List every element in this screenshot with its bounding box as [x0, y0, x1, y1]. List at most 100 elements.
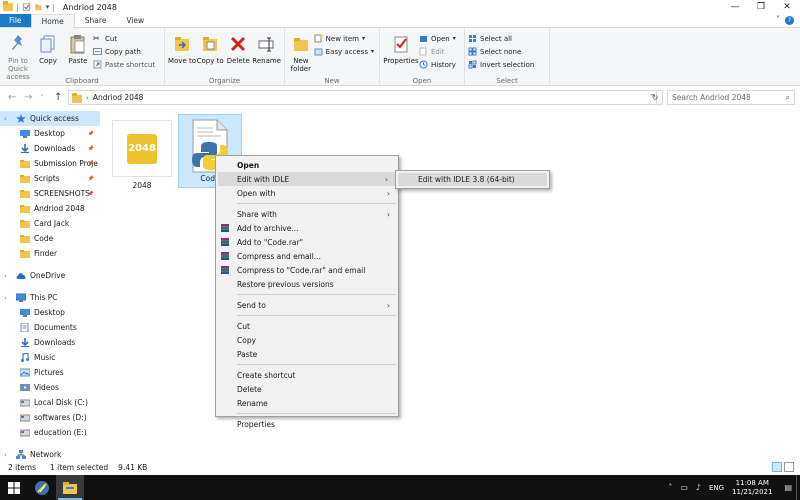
nav-item-finder[interactable]: Finder	[0, 246, 100, 261]
input-language[interactable]: ENG	[709, 484, 724, 492]
nav-item-videos[interactable]: Videos	[0, 380, 100, 395]
show-desktop-button[interactable]	[796, 475, 800, 500]
paste-shortcut-button[interactable]: Paste shortcut	[93, 59, 155, 70]
menu-item-compress-and-email[interactable]: Compress and email...	[216, 249, 398, 263]
nav-item-local-disk-c[interactable]: Local Disk (C:)	[0, 395, 100, 410]
new-folder-icon[interactable]	[34, 3, 43, 11]
history-button[interactable]: History	[419, 59, 456, 70]
menu-separator	[237, 413, 396, 414]
menu-item-cut[interactable]: Cut	[216, 319, 398, 333]
network-icon[interactable]: ▭	[680, 483, 688, 492]
nav-item-screenshots[interactable]: SCREENSHOTS 📌	[0, 186, 100, 201]
close-button[interactable]: ✕	[774, 0, 800, 14]
menu-item-open[interactable]: Open	[216, 158, 398, 172]
nav-item-education-e[interactable]: education (E:)	[0, 425, 100, 440]
nav-item-card-jack[interactable]: Card Jack	[0, 216, 100, 231]
taskbar-file-explorer[interactable]	[56, 475, 84, 500]
breadcrumb-path[interactable]: Andriod 2048	[93, 93, 144, 102]
nav-item-scripts[interactable]: Scripts 📌	[0, 171, 100, 186]
chevron-right-icon[interactable]: ›	[4, 272, 12, 280]
maximize-button[interactable]: ❐	[748, 0, 774, 14]
nav-item-desktop[interactable]: Desktop	[0, 305, 100, 320]
select-none-button[interactable]: Select none	[468, 46, 534, 57]
volume-icon[interactable]: ♪	[696, 483, 701, 492]
disk-icon	[20, 414, 30, 422]
nav-item-pictures[interactable]: Pictures	[0, 365, 100, 380]
invert-selection-button[interactable]: Invert selection	[468, 59, 534, 70]
chevron-right-icon[interactable]: ›	[4, 115, 12, 123]
copy-path-button[interactable]: Copy path	[93, 46, 155, 57]
nav-item-label: Downloads	[34, 144, 76, 153]
menu-item-share-with[interactable]: Share with ›	[216, 207, 398, 221]
tab-share[interactable]: Share	[75, 14, 117, 27]
large-icons-view-icon[interactable]	[784, 462, 794, 472]
menu-item-paste[interactable]: Paste	[216, 347, 398, 361]
ribbon-expand-chevron-icon[interactable]: ˅	[776, 15, 780, 24]
recent-locations-icon[interactable]: ˅	[40, 94, 44, 102]
edit-button[interactable]: Edit	[419, 46, 456, 57]
menu-item-compress-to-code-rar-and-email[interactable]: Compress to "Code.rar" and email	[216, 263, 398, 277]
select-all-button[interactable]: Select all	[468, 33, 534, 44]
up-arrow-icon[interactable]: ↑	[54, 92, 62, 103]
search-input[interactable]: Search Andriod 2048 ⌕	[667, 90, 795, 105]
star-icon	[16, 114, 26, 123]
refresh-button[interactable]: ↻	[648, 90, 663, 105]
menu-item-edit-with-idle-3-8[interactable]: Edit with IDLE 3.8 (64-bit)	[398, 173, 547, 186]
menu-item-open-with[interactable]: Open with ›	[216, 186, 398, 200]
tab-home[interactable]: Home	[30, 14, 75, 28]
nav-item-onedrive[interactable]: › OneDrive	[0, 268, 100, 283]
nav-item-quick-access[interactable]: › Quick access	[0, 111, 100, 126]
clock[interactable]: 11:08 AM 11/21/2021	[732, 479, 772, 497]
address-bar[interactable]: › Andriod 2048 ˅	[68, 90, 657, 105]
menu-item-copy[interactable]: Copy	[216, 333, 398, 347]
show-hidden-icons-icon[interactable]: ˄	[668, 483, 672, 492]
nav-item-desktop[interactable]: Desktop 📌	[0, 126, 100, 141]
menu-item-delete[interactable]: Delete	[216, 382, 398, 396]
refresh-icon: ↻	[651, 93, 659, 102]
properties-check-icon[interactable]	[22, 3, 31, 11]
easy-access-button[interactable]: Easy access ▾	[314, 46, 374, 57]
nav-item-label: Network	[30, 450, 62, 459]
forward-arrow-icon[interactable]: →	[24, 92, 32, 103]
menu-item-create-shortcut[interactable]: Create shortcut	[216, 368, 398, 382]
menu-item-rename[interactable]: Rename	[216, 396, 398, 410]
menu-item-send-to[interactable]: Send to ›	[216, 298, 398, 312]
nav-item-andriod-2048[interactable]: Andriod 2048	[0, 201, 100, 216]
taskbar-python-idle[interactable]	[28, 475, 56, 500]
minimize-button[interactable]: —	[722, 0, 748, 14]
tab-file[interactable]: File	[0, 14, 31, 27]
chevron-right-icon[interactable]: ›	[4, 451, 12, 459]
details-view-icon[interactable]	[772, 462, 782, 472]
file-item-2048[interactable]: 2048 2048	[110, 116, 174, 190]
new-item-button[interactable]: New item ▾	[314, 33, 374, 44]
menu-item-properties[interactable]: Properties	[216, 417, 398, 431]
chevron-down-icon: ▾	[452, 35, 456, 42]
open-dropdown-button[interactable]: Open ▾	[419, 33, 456, 44]
nav-item-downloads[interactable]: Downloads 📌	[0, 141, 100, 156]
chevron-right-icon[interactable]: ›	[4, 294, 12, 302]
nav-item-label: Downloads	[34, 338, 76, 347]
help-icon[interactable]: ?	[785, 16, 794, 25]
nav-item-softwares-d[interactable]: softwares (D:)	[0, 410, 100, 425]
nav-item-submission-proje[interactable]: Submission Proje 📌	[0, 156, 100, 171]
clipboard-group: Pin to Quick access Copy Paste ✂ Cut Cop…	[0, 28, 165, 86]
cut-button[interactable]: ✂ Cut	[93, 33, 155, 44]
menu-item-label: Delete	[237, 384, 262, 394]
customize-toolbar-icon[interactable]: ▾	[46, 3, 50, 11]
nav-item-downloads[interactable]: Downloads	[0, 335, 100, 350]
menu-item-edit-with-idle[interactable]: Edit with IDLE ›	[218, 172, 396, 186]
start-button[interactable]	[0, 475, 28, 500]
nav-item-documents[interactable]: Documents	[0, 320, 100, 335]
notifications-icon[interactable]: ▤	[784, 483, 792, 492]
edit-label: Edit	[431, 47, 445, 56]
tab-view[interactable]: View	[116, 14, 154, 27]
back-arrow-icon[interactable]: ←	[8, 92, 16, 103]
menu-item-restore-previous-versions[interactable]: Restore previous versions	[216, 277, 398, 291]
nav-item-code[interactable]: Code	[0, 231, 100, 246]
nav-item-music[interactable]: Music	[0, 350, 100, 365]
menu-item-add-to-archive[interactable]: Add to archive...	[216, 221, 398, 235]
pin-icon: 📌	[87, 130, 94, 137]
menu-item-add-to-code-rar[interactable]: Add to "Code.rar"	[216, 235, 398, 249]
nav-item-this-pc[interactable]: › This PC	[0, 290, 100, 305]
menu-item-label: Open with	[237, 188, 276, 198]
